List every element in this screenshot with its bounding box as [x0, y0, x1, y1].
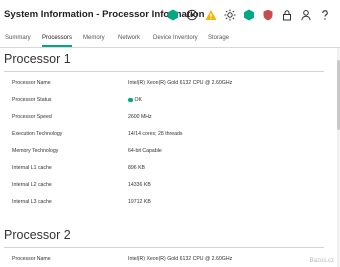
- health-ok-icon[interactable]: [166, 8, 180, 22]
- tab-processors[interactable]: Processors: [42, 35, 73, 47]
- row-value: 14336 KB: [128, 182, 151, 188]
- row-label: Processor Status: [12, 97, 52, 103]
- row-label: Internal L2 cache: [12, 182, 52, 188]
- tab-network[interactable]: Network: [118, 35, 140, 45]
- status-value: OK: [128, 97, 142, 103]
- row-value: Intel(R) Xeon(R) Gold 6132 CPU @ 2.60GHz: [128, 80, 233, 86]
- row-value: 14/14 cores; 28 threads: [128, 131, 183, 137]
- table-row: Memory Technology 64-bit Capable: [12, 148, 332, 158]
- tab-device-inventory[interactable]: Device Inventory: [153, 35, 198, 45]
- user-icon[interactable]: [299, 8, 313, 22]
- row-label: Processor Name: [12, 80, 51, 86]
- table-row: Processor Name Intel(R) Xeon(R) Gold 613…: [12, 256, 332, 266]
- tab-bar: Summary Processors Memory Network Device…: [0, 31, 340, 48]
- page-header: System Information - Processor Informati…: [0, 0, 340, 30]
- table-row: Processor Status OK: [12, 97, 332, 107]
- table-row: Processor Speed 2600 MHz: [12, 114, 332, 124]
- row-value: 2600 MHz: [128, 114, 152, 120]
- row-value: Intel(R) Xeon(R) Gold 6132 CPU @ 2.60GHz: [128, 256, 233, 262]
- row-label: Internal L1 cache: [12, 165, 52, 171]
- row-value: 19712 KB: [128, 199, 151, 205]
- globe-icon[interactable]: [185, 8, 199, 22]
- row-label: Processor Name: [12, 256, 51, 262]
- table-row: Internal L2 cache 14336 KB: [12, 182, 332, 192]
- header-toolbar: [166, 8, 332, 22]
- sun-icon[interactable]: [223, 8, 237, 22]
- row-value: 896 KB: [128, 165, 146, 171]
- help-icon[interactable]: [318, 8, 332, 22]
- row-label: Execution Technology: [12, 131, 63, 137]
- table-row: Execution Technology 14/14 cores; 28 thr…: [12, 131, 332, 141]
- row-value: 64-bit Capable: [128, 148, 162, 154]
- tab-storage[interactable]: Storage: [208, 35, 229, 45]
- table-row: Internal L1 cache 896 KB: [12, 165, 332, 175]
- processor-2-title: Processor 2: [4, 228, 71, 242]
- tab-memory[interactable]: Memory: [83, 35, 105, 45]
- status-ok-icon: [128, 97, 133, 103]
- table-row: Internal L3 cache 19712 KB: [12, 199, 332, 209]
- processor-1-title: Processor 1: [4, 52, 71, 66]
- section-divider: [4, 71, 324, 72]
- status-text: OK: [134, 97, 143, 103]
- warning-icon[interactable]: [204, 8, 218, 22]
- row-label: Internal L3 cache: [12, 199, 52, 205]
- watermark: Bazos.cz: [309, 258, 334, 264]
- hexagon-icon[interactable]: [242, 8, 256, 22]
- lock-icon[interactable]: [280, 8, 294, 22]
- table-row: Processor Name Intel(R) Xeon(R) Gold 613…: [12, 80, 332, 90]
- tab-summary[interactable]: Summary: [5, 35, 31, 45]
- section-divider: [4, 247, 324, 248]
- shield-icon[interactable]: [261, 8, 275, 22]
- row-label: Memory Technology: [12, 148, 59, 154]
- row-label: Processor Speed: [12, 114, 52, 120]
